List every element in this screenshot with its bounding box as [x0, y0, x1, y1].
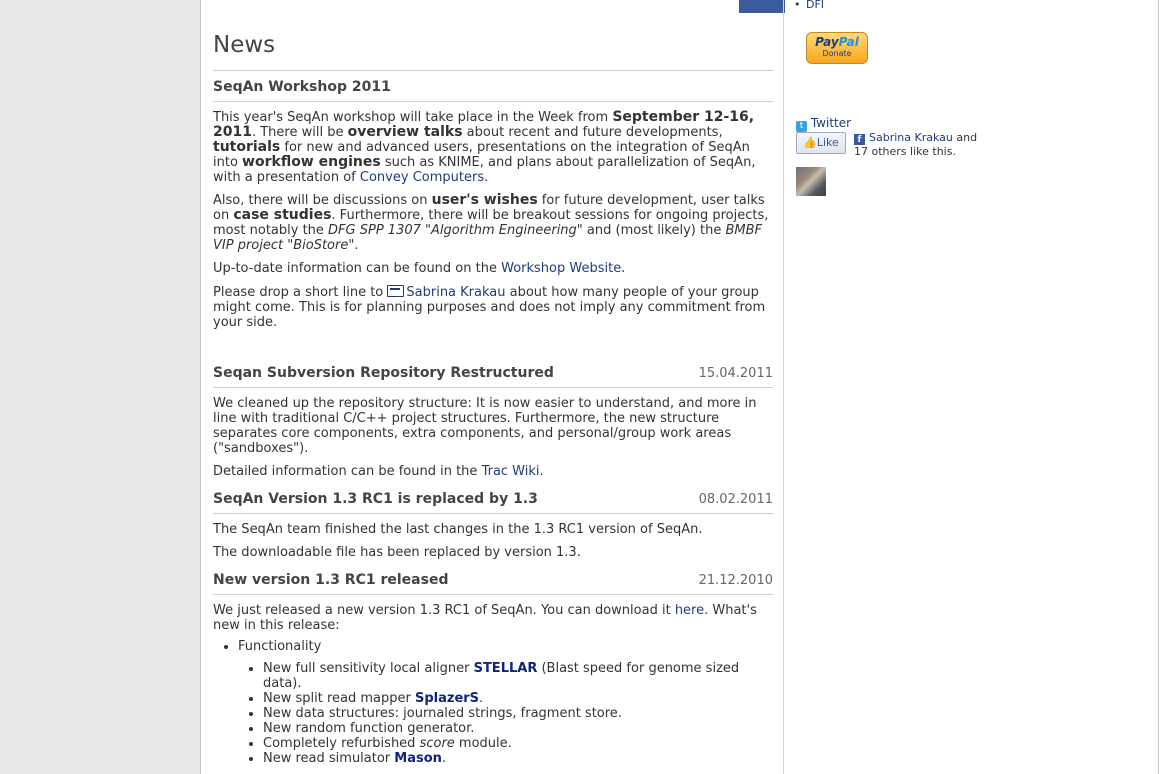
paypal-logo: PayPal	[815, 35, 859, 49]
post-title: New version 1.3 RC1 released 21.12.2010	[213, 571, 773, 595]
twitter-link-container: t Twitter	[796, 116, 851, 132]
post-paragraph: The SeqAn team finished the last changes…	[213, 522, 703, 537]
top-banner-image[interactable]	[739, 0, 785, 13]
post-paragraph: Up-to-date information can be found on t…	[213, 261, 626, 276]
avatar[interactable]	[796, 167, 826, 196]
post-paragraph: Please drop a short line to Sabrina Krak…	[213, 285, 766, 330]
stellar-link[interactable]: STELLAR	[474, 661, 538, 676]
post-date: 08.02.2011	[698, 492, 773, 507]
post-paragraph: Also, there will be discussions on user'…	[213, 192, 769, 254]
twitter-link[interactable]: Twitter	[811, 116, 851, 130]
sabrina-krakau-mail-link[interactable]: Sabrina Krakau	[406, 285, 505, 300]
mail-icon	[387, 285, 405, 297]
list-item: New data structures: journaled strings, …	[263, 706, 773, 721]
list-item: Completely refurbished score module.	[263, 736, 773, 751]
donate-label: Donate	[822, 49, 852, 58]
paypal-donate-button[interactable]: PayPal Donate	[806, 32, 868, 64]
facebook-icon: f	[854, 134, 865, 145]
list-item: New random function generator.	[263, 721, 773, 736]
thumbs-up-icon: 👍	[803, 136, 817, 149]
trac-wiki-link[interactable]: Trac Wiki	[482, 464, 540, 479]
feature-sublist: New full sensitivity local aligner STELL…	[238, 661, 773, 766]
post-title: SeqAn Version 1.3 RC1 is replaced by 1.3…	[213, 490, 773, 514]
twitter-icon: t	[796, 121, 807, 132]
post-paragraph: We just released a new version 1.3 RC1 o…	[213, 603, 757, 633]
news-post: New version 1.3 RC1 released 21.12.2010 W…	[213, 571, 773, 766]
download-here-link[interactable]: here	[675, 603, 704, 618]
dfi-link[interactable]: DFI	[794, 0, 824, 11]
like-label: Like	[816, 136, 839, 149]
post-title: Seqan Subversion Repository Restructured…	[213, 364, 773, 388]
page: News SeqAn Workshop 2011 This year's Seq…	[200, 0, 1159, 774]
facebook-like-button[interactable]: 👍Like	[796, 132, 846, 154]
post-title: SeqAn Workshop 2011	[213, 78, 773, 102]
mason-link[interactable]: Mason	[394, 751, 442, 766]
workshop-website-link[interactable]: Workshop Website	[501, 261, 621, 276]
post-paragraph: This year's SeqAn workshop will take pla…	[213, 109, 756, 186]
list-item: New read simulator Mason.	[263, 751, 773, 766]
news-post: Seqan Subversion Repository Restructured…	[213, 364, 773, 479]
convey-computers-link[interactable]: Convey Computers	[360, 170, 484, 185]
post-paragraph: We cleaned up the repository structure: …	[213, 396, 757, 456]
post-date: 21.12.2010	[698, 573, 773, 588]
page-title: News	[213, 30, 773, 71]
list-item: New split read mapper SplazerS.	[263, 691, 773, 706]
list-item: Functionality New full sensitivity local…	[238, 639, 773, 766]
facebook-like-text: f Sabrina Krakau and 17 others like this.	[854, 131, 978, 158]
news-post: SeqAn Version 1.3 RC1 is replaced by 1.3…	[213, 490, 773, 560]
post-paragraph: The downloadable file has been replaced …	[213, 545, 581, 560]
column-divider	[783, 0, 784, 774]
news-post: SeqAn Workshop 2011 This year's SeqAn wo…	[213, 78, 773, 330]
splazers-link[interactable]: SplazerS	[415, 691, 479, 706]
post-date: 15.04.2011	[698, 366, 773, 381]
post-paragraph: Detailed information can be found in the…	[213, 464, 544, 479]
feature-list: Functionality New full sensitivity local…	[213, 639, 773, 766]
list-item: New full sensitivity local aligner STELL…	[263, 661, 773, 691]
fb-person-link[interactable]: Sabrina Krakau	[869, 131, 953, 144]
